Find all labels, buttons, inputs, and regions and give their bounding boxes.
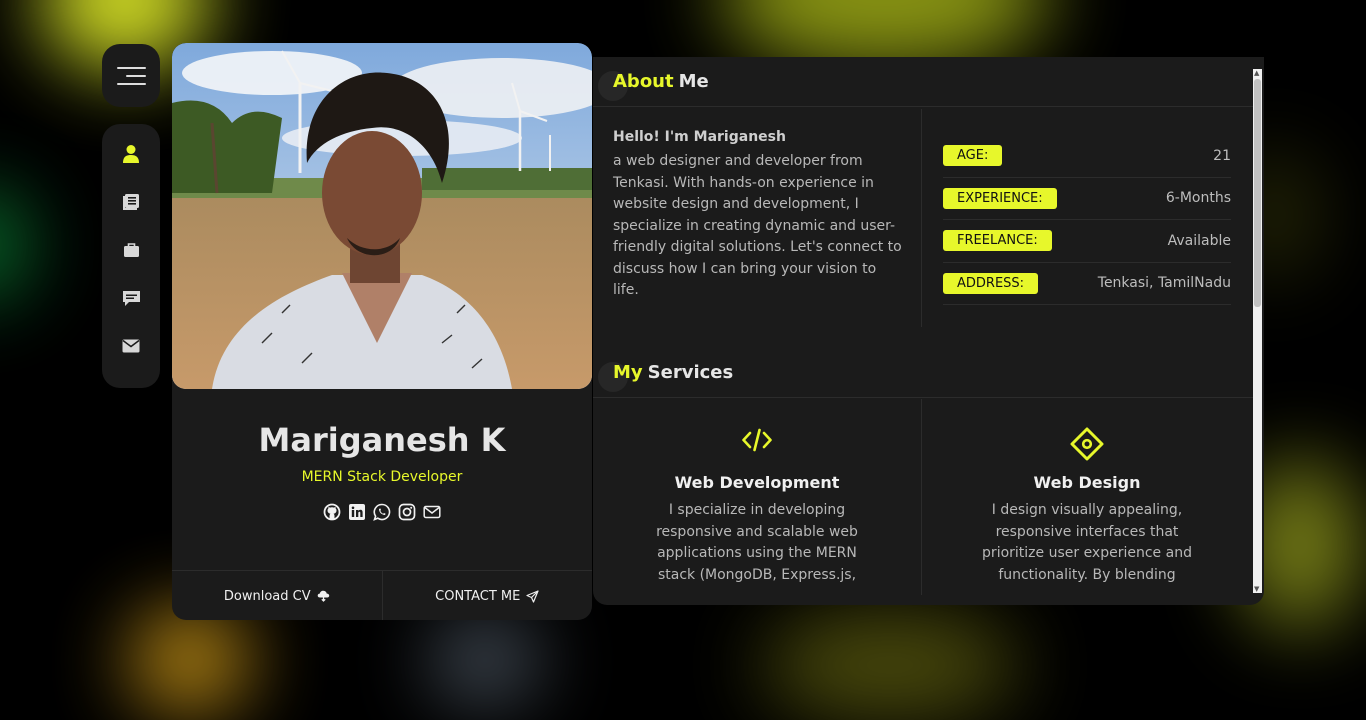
services-title-rest: Services [647,362,734,383]
whatsapp-icon[interactable] [373,503,391,521]
info-row-age: AGE: 21 [943,135,1231,178]
services-section-header: My Services [593,348,1253,398]
service-web-design: Web Design I design visually appealing, … [923,397,1251,586]
info-value: Tenkasi, TamilNadu [1097,275,1231,292]
design-icon [1070,427,1104,461]
scroll-down-arrow-icon[interactable]: ▼ [1254,585,1259,593]
contact-me-button[interactable]: CONTACT ME [383,571,593,620]
hamburger-icon [116,66,146,69]
service-title: Web Development [674,473,840,492]
chat-icon [122,291,140,307]
scrollbar-thumb[interactable] [1254,79,1261,307]
download-cv-label: Download CV [223,588,311,604]
profile-role: MERN Stack Developer [301,469,463,485]
about-divider [921,109,922,327]
envelope-icon [122,339,140,353]
send-icon [526,589,539,603]
info-row-experience: EXPERIENCE: 6-Months [943,178,1231,220]
info-row-freelance: FREELANCE: Available [943,220,1231,263]
github-icon[interactable] [323,503,341,521]
scroll-up-arrow-icon[interactable]: ▲ [1254,69,1259,77]
about-text: Hello! I'm Mariganesh a web designer and… [613,129,905,302]
nav-item-about[interactable] [102,144,160,193]
linkedin-icon[interactable] [348,503,366,521]
menu-button[interactable] [102,44,160,107]
info-label: EXPERIENCE: [943,187,1057,209]
service-description: I specialize in developing responsive an… [656,502,858,583]
social-links [172,503,592,521]
nav-item-resume[interactable] [102,193,160,242]
about-description: a web designer and developer from Tenkas… [613,153,902,298]
info-value: 21 [1213,147,1231,164]
services-divider [921,399,922,595]
profile-name: Mariganesh K [258,421,506,459]
side-nav [102,124,160,388]
service-title: Web Design [1033,473,1141,492]
card-actions: Download CV CONTACT ME [172,570,592,620]
hamburger-icon-line [125,74,146,77]
info-list: AGE: 21 EXPERIENCE: 6-Months FREELANCE: … [943,135,1231,305]
code-icon [742,428,772,452]
nav-item-blog[interactable] [102,290,160,339]
user-icon [123,145,139,163]
about-title-rest: Me [678,71,709,92]
about-title-highlight: About [613,71,674,92]
info-value: 6-Months [1165,190,1231,207]
info-label: FREELANCE: [943,230,1052,252]
info-label: AGE: [943,145,1003,167]
briefcase-icon [123,242,139,257]
instagram-icon[interactable] [398,503,416,521]
hamburger-icon-line [116,82,146,85]
info-row-address: ADDRESS: Tenkasi, TamilNadu [943,263,1231,305]
nav-item-portfolio[interactable] [102,242,160,291]
services-title-highlight: My [613,362,643,383]
profile-card: Mariganesh K MERN Stack Developer Downlo… [172,43,592,620]
content-panel: About Me Hello! I'm Mariganesh a web des… [593,57,1264,605]
service-web-development: Web Development I specialize in developi… [593,397,921,586]
nav-item-contact[interactable] [102,339,160,388]
about-section-header: About Me [593,57,1253,107]
profile-photo [172,43,592,389]
content-scrollbar[interactable]: ▲ ▼ [1253,69,1262,593]
about-greeting: Hello! I'm Mariganesh [613,129,786,145]
info-label: ADDRESS: [943,272,1039,294]
download-cv-button[interactable]: Download CV [172,571,383,620]
service-description: I design visually appealing, responsive … [982,502,1192,583]
resume-icon [123,193,139,210]
cloud-download-icon [317,590,329,602]
info-value: Available [1167,232,1231,249]
mail-icon[interactable] [423,503,441,521]
contact-me-label: CONTACT ME [435,588,521,604]
